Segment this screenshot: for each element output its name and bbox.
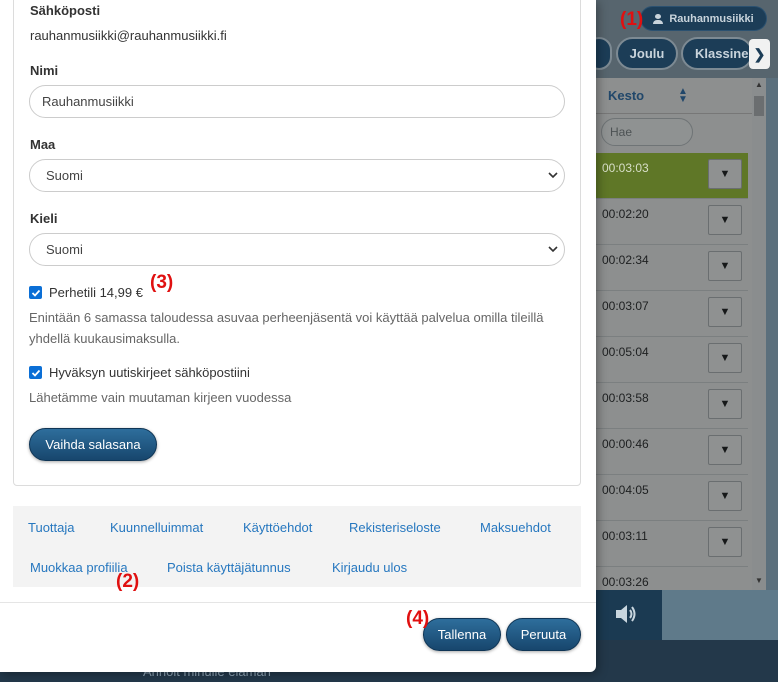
chevron-down-icon[interactable]: ▼ — [708, 159, 742, 189]
track-list: Kesto ▲ ▼ Hae 00:03:03 ▼ 00:02:20 ▼ 00:02… — [596, 78, 766, 590]
track-row[interactable]: 00:02:20 ▼ — [596, 199, 748, 245]
category-tab-label: Joulu — [629, 46, 665, 61]
track-duration: 00:02:34 — [602, 253, 649, 267]
category-tab-klassinen[interactable]: Klassinen — [681, 37, 753, 70]
track-row[interactable]: 00:03:03 ▼ — [596, 153, 748, 199]
user-menu-label: Rauhanmusiikki — [669, 12, 754, 25]
scroll-down-icon[interactable]: ▼ — [752, 576, 766, 588]
track-duration: 00:04:05 — [602, 483, 649, 497]
volume-icon[interactable] — [614, 603, 638, 625]
chevron-down-icon[interactable]: ▼ — [708, 343, 742, 373]
track-duration: 00:03:11 — [602, 529, 648, 543]
duration-column-header[interactable]: Kesto — [608, 88, 644, 103]
chevron-down-icon — [548, 246, 558, 253]
footer-link-maksuehdot[interactable]: Maksuehdot — [480, 520, 551, 535]
cancel-button[interactable]: Peruuta — [506, 618, 581, 651]
country-select-value: Suomi — [46, 168, 83, 183]
language-select[interactable]: Suomi — [29, 233, 565, 266]
track-row[interactable]: 00:00:46 ▼ — [596, 429, 748, 475]
name-field-value: Rauhanmusiikki — [42, 94, 134, 109]
language-select-value: Suomi — [46, 242, 83, 257]
save-label: Tallenna — [437, 627, 487, 642]
category-tab-label: Klassinen — [695, 46, 753, 61]
track-row[interactable]: 00:02:34 ▼ — [596, 245, 748, 291]
footer-link-tuottaja[interactable]: Tuottaja — [28, 520, 75, 535]
chevron-down-icon — [548, 172, 558, 179]
category-tab-joulu[interactable]: Joulu — [616, 37, 678, 70]
scrollbar-thumb[interactable] — [754, 96, 764, 116]
profile-modal: Sähköposti rauhanmusiikki@rauhanmusiikki… — [0, 0, 596, 672]
checkmark-icon — [31, 369, 40, 377]
cancel-label: Peruuta — [520, 627, 567, 642]
sort-icon[interactable]: ▲ ▼ — [678, 87, 688, 105]
chevron-down-icon[interactable]: ▼ — [708, 435, 742, 465]
language-label: Kieli — [30, 211, 58, 226]
chevron-down-icon[interactable]: ▼ — [708, 297, 742, 327]
family-account-help: Enintään 6 samassa taloudessa asuvaa per… — [29, 310, 544, 346]
email-label: Sähköposti — [30, 3, 101, 18]
name-label: Nimi — [30, 63, 59, 78]
newsletter-help: Lähetämme vain muutaman kirjeen vuodessa — [29, 390, 292, 405]
user-menu-button[interactable]: Rauhanmusiikki — [640, 6, 767, 31]
family-account-checkbox[interactable] — [29, 286, 42, 299]
chevron-down-icon[interactable]: ▼ — [708, 527, 742, 557]
chevron-down-icon[interactable]: ▼ — [708, 205, 742, 235]
change-password-label: Vaihda salasana — [45, 437, 141, 452]
checkmark-icon — [31, 289, 40, 297]
track-row[interactable]: 00:03:26 — [596, 567, 748, 590]
scroll-up-icon[interactable]: ▲ — [752, 80, 766, 92]
annotation-3: (3) — [150, 272, 174, 293]
country-label: Maa — [30, 137, 56, 152]
footer-link-kuunnelluimmat[interactable]: Kuunnelluimmat — [110, 520, 203, 535]
modal-divider — [0, 602, 596, 603]
annotation-4: (4) — [406, 608, 430, 629]
annotation-1: (1) — [620, 9, 644, 30]
track-row[interactable]: 00:03:07 ▼ — [596, 291, 748, 337]
list-header: Kesto ▲ ▼ — [596, 78, 766, 114]
change-password-button[interactable]: Vaihda salasana — [29, 428, 157, 461]
chevron-right-icon[interactable]: ❯ — [749, 39, 770, 69]
email-value: rauhanmusiikki@rauhanmusiikki.fi — [30, 28, 227, 43]
save-button[interactable]: Tallenna — [423, 618, 501, 651]
newsletter-label[interactable]: Hyväksyn uutiskirjeet sähköpostiini — [49, 365, 250, 380]
user-icon — [653, 13, 664, 24]
footer-link-logout[interactable]: Kirjaudu ulos — [332, 560, 407, 575]
footer-link-rekisteriseloste[interactable]: Rekisteriseloste — [349, 520, 441, 535]
chevron-down-icon[interactable]: ▼ — [708, 251, 742, 281]
annotation-2: (2) — [116, 571, 140, 592]
name-field[interactable]: Rauhanmusiikki — [29, 85, 565, 118]
country-select[interactable]: Suomi — [29, 159, 565, 192]
track-duration: 00:03:07 — [602, 299, 649, 313]
track-duration: 00:03:03 — [602, 161, 649, 175]
track-duration: 00:05:04 — [602, 345, 649, 359]
track-row[interactable]: 00:03:58 ▼ — [596, 383, 748, 429]
track-duration: 00:03:26 — [602, 575, 649, 589]
search-placeholder: Hae — [610, 125, 633, 139]
track-duration: 00:00:46 — [602, 437, 649, 451]
track-duration: 00:02:20 — [602, 207, 649, 221]
track-row[interactable]: 00:05:04 ▼ — [596, 337, 748, 383]
newsletter-checkbox[interactable] — [29, 366, 42, 379]
scrollbar[interactable] — [752, 78, 766, 590]
track-row[interactable]: 00:03:11 ▼ — [596, 521, 748, 567]
family-account-label[interactable]: Perhetili 14,99 € — [49, 285, 143, 300]
footer-link-delete-account[interactable]: Poista käyttäjätunnus — [167, 560, 291, 575]
search-input[interactable]: Hae — [601, 118, 693, 146]
chevron-down-icon[interactable]: ▼ — [708, 481, 742, 511]
footer-link-kayttoehdot[interactable]: Käyttöehdot — [243, 520, 312, 535]
track-row[interactable]: 00:04:05 ▼ — [596, 475, 748, 521]
chevron-down-icon[interactable]: ▼ — [708, 389, 742, 419]
player-side-panel — [662, 590, 778, 640]
footer-link-edit-profile[interactable]: Muokkaa profiilia — [30, 560, 128, 575]
track-duration: 00:03:58 — [602, 391, 649, 405]
